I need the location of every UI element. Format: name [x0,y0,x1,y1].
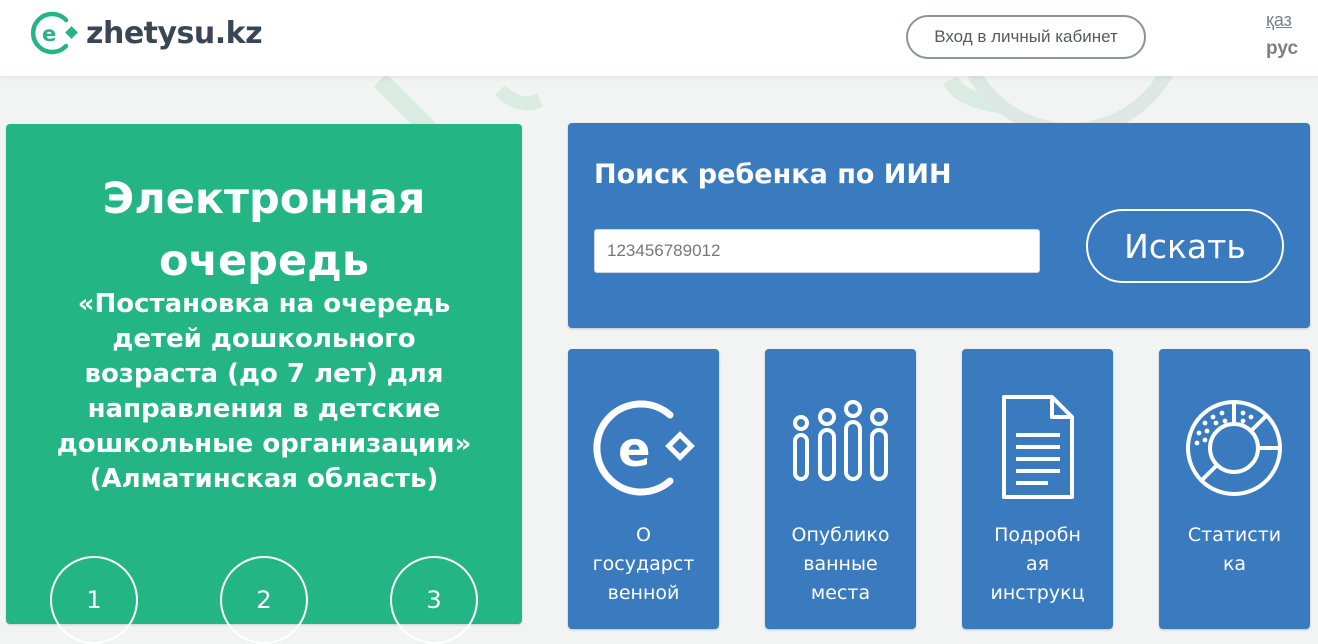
step-circle-3[interactable]: 3 [390,556,478,644]
tile-label: О государст венной [568,521,719,608]
tile-label-line: ванные [803,553,878,575]
hero-title-line: Электронная [102,174,426,224]
tile-label-line: инструкц [990,582,1085,604]
people-icon [793,400,888,481]
hero-subtitle-line: дошкольные организации» [56,429,472,459]
tile-label: Подробн ая инструкц [962,521,1113,608]
tile-label: Опублико ванные места [765,521,916,608]
svg-text:e: e [42,22,56,46]
e-logo-icon: e [593,400,695,496]
e-logo-icon: e [30,11,78,55]
logo-text: zhetysu.kz [86,15,263,51]
tile-label-line: Опублико [791,524,890,546]
tile-label-line: места [810,582,871,604]
search-button[interactable]: Искать [1086,209,1284,283]
tile-label: Статисти ка [1159,521,1310,579]
child-search-panel: Поиск ребенка по ИИН Искать [568,123,1310,328]
tile-label-line: венной [607,582,680,604]
lang-rus-current: рус [1266,38,1299,59]
step-circle-2[interactable]: 2 [220,556,308,644]
login-button[interactable]: Вход в личный кабинет [906,15,1146,59]
svg-text:e: e [618,422,651,478]
hero-subtitle-line: «Постановка на очередь [77,289,451,319]
site-logo[interactable]: e zhetysu.kz [30,8,263,58]
tile-about-state-service[interactable]: e О государст венной [568,349,719,629]
hero-panel: Электронная очередь «Постановка на очере… [6,124,522,644]
iin-search-input[interactable] [594,229,1040,273]
hero-subtitle-line: (Алматинская область) [89,464,439,494]
document-icon [1002,395,1074,499]
lang-kaz-link[interactable]: қаз [1266,10,1292,31]
tile-label-line: ая [1025,553,1050,575]
tile-instruction[interactable]: Подробн ая инструкц [962,349,1113,629]
hero-title: Электронная очередь [6,168,522,292]
hero-subtitle: «Постановка на очередь детей дошкольного… [6,287,522,497]
site-header: e zhetysu.kz Вход в личный кабинет қаз р… [0,0,1318,76]
tile-label-line: Подробн [994,524,1081,546]
search-title: Поиск ребенка по ИИН [594,159,952,190]
hero-subtitle-line: детей дошкольного [112,324,416,354]
tile-label-line: О [636,524,651,546]
tile-label-line: государст [592,553,695,575]
hero-subtitle-line: направления в детские [87,394,441,424]
step-circle-1[interactable]: 1 [50,556,138,644]
pie-chart-icon [1186,400,1282,496]
hero-subtitle-line: возраста (до 7 лет) для [84,359,444,389]
tile-label-line: Статисти [1187,524,1282,546]
tile-published-places[interactable]: Опублико ванные места [765,349,916,629]
tile-label-line: ка [1222,553,1247,575]
tile-statistics[interactable]: Статисти ка [1159,349,1310,629]
hero-title-line: очередь [158,236,370,286]
